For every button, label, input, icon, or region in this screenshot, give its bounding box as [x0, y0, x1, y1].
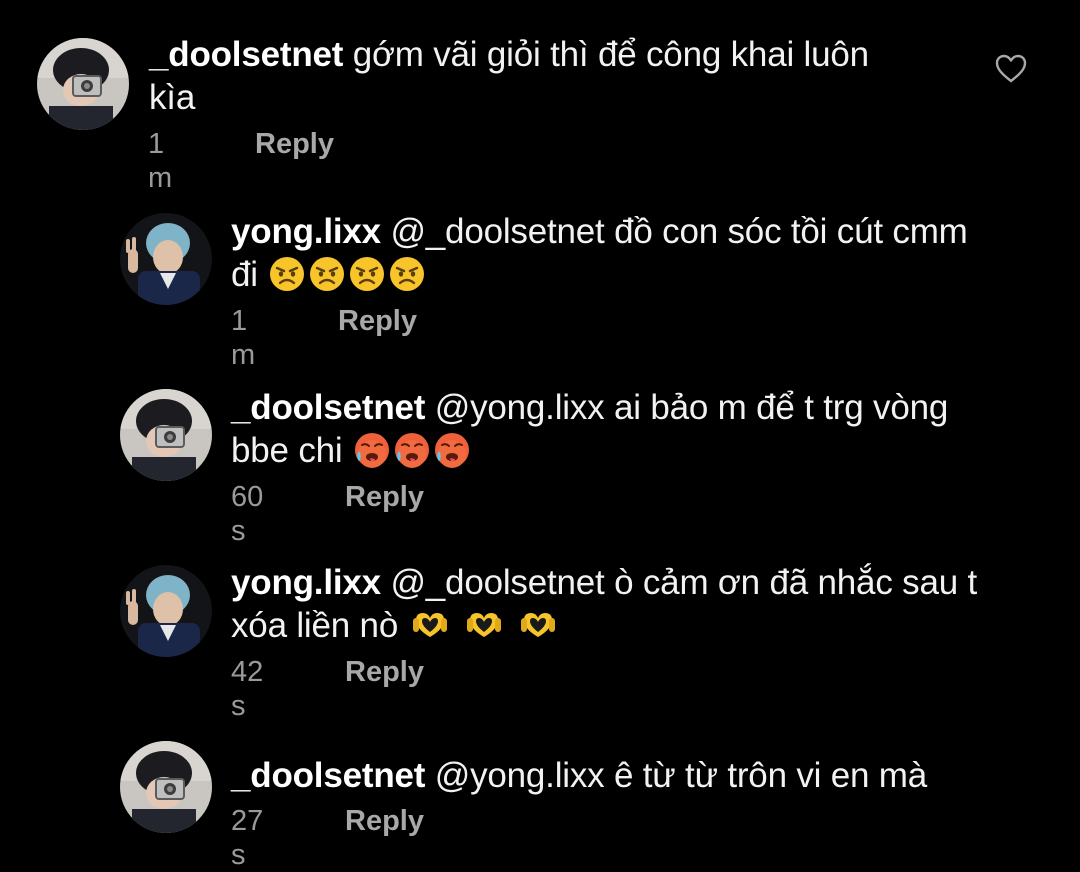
- comment-meta: 27 s Reply: [231, 804, 424, 872]
- comment-time: 1 m: [231, 305, 256, 371]
- heart-hands-icon: [518, 607, 558, 643]
- heart-icon[interactable]: [994, 53, 1028, 85]
- comment-text: _doolsetnet @yong.lixx ai bảo m để t trg…: [231, 386, 1051, 472]
- comment-meta: 1 m Reply: [231, 304, 417, 372]
- heart-hands-icon: [464, 607, 504, 643]
- angry-face-icon: [389, 256, 425, 292]
- comment-body-line2: đi: [231, 255, 258, 294]
- hot-face-icon: [354, 432, 390, 468]
- avatar[interactable]: [120, 389, 212, 481]
- avatar[interactable]: [120, 213, 212, 305]
- comment-body: @yong.lixx ai bảo m để t trg vòng: [434, 388, 949, 427]
- comment-time: 1 m: [148, 128, 173, 194]
- comment-meta: 1 m Reply: [148, 127, 334, 195]
- reply-button[interactable]: Reply: [345, 480, 424, 514]
- reply-button[interactable]: Reply: [255, 127, 334, 161]
- reply-button[interactable]: Reply: [345, 655, 424, 689]
- comment-username[interactable]: _doolsetnet: [149, 35, 343, 74]
- comment-meta: 60 s Reply: [231, 480, 424, 548]
- hot-face-icon: [434, 432, 470, 468]
- comment-body-line2: kìa: [149, 78, 196, 117]
- comment-body: @yong.lixx ê từ từ trôn vi en mà: [434, 756, 928, 795]
- comment-body: @_doolsetnet ò cảm ơn đã nhắc sau t: [390, 563, 978, 602]
- comment-body: gớm vãi giỏi thì để công khai luôn: [352, 35, 869, 74]
- avatar[interactable]: [120, 741, 212, 833]
- comment-time: 42 s: [231, 656, 264, 722]
- angry-face-icon: [269, 256, 305, 292]
- comment-body-line2: bbe chi: [231, 431, 343, 470]
- comment-username[interactable]: yong.lixx: [231, 563, 381, 602]
- comment-body: @_doolsetnet đồ con sóc tồi cút cmm: [390, 212, 968, 251]
- comment-body-line2: xóa liền nò: [231, 606, 399, 645]
- avatar[interactable]: [37, 38, 129, 130]
- comment-time: 27 s: [231, 805, 264, 871]
- hot-face-icon: [394, 432, 430, 468]
- reply-button[interactable]: Reply: [338, 304, 417, 338]
- comment-meta: 42 s Reply: [231, 655, 424, 723]
- comment-username[interactable]: yong.lixx: [231, 212, 381, 251]
- heart-hands-icon: [410, 607, 450, 643]
- comment-username[interactable]: _doolsetnet: [231, 388, 425, 427]
- comment-text: yong.lixx @_doolsetnet ò cảm ơn đã nhắc …: [231, 561, 1051, 647]
- comment-text: _doolsetnet @yong.lixx ê từ từ trôn vi e…: [231, 754, 1051, 797]
- reply-button[interactable]: Reply: [345, 804, 424, 838]
- comment-time: 60 s: [231, 481, 264, 547]
- comment-text: yong.lixx @_doolsetnet đồ con sóc tồi cú…: [231, 210, 1051, 296]
- comment-username[interactable]: _doolsetnet: [231, 756, 425, 795]
- angry-face-icon: [309, 256, 345, 292]
- comment-text: _doolsetnet gớm vãi giỏi thì để công kha…: [149, 33, 969, 119]
- angry-face-icon: [349, 256, 385, 292]
- avatar[interactable]: [120, 565, 212, 657]
